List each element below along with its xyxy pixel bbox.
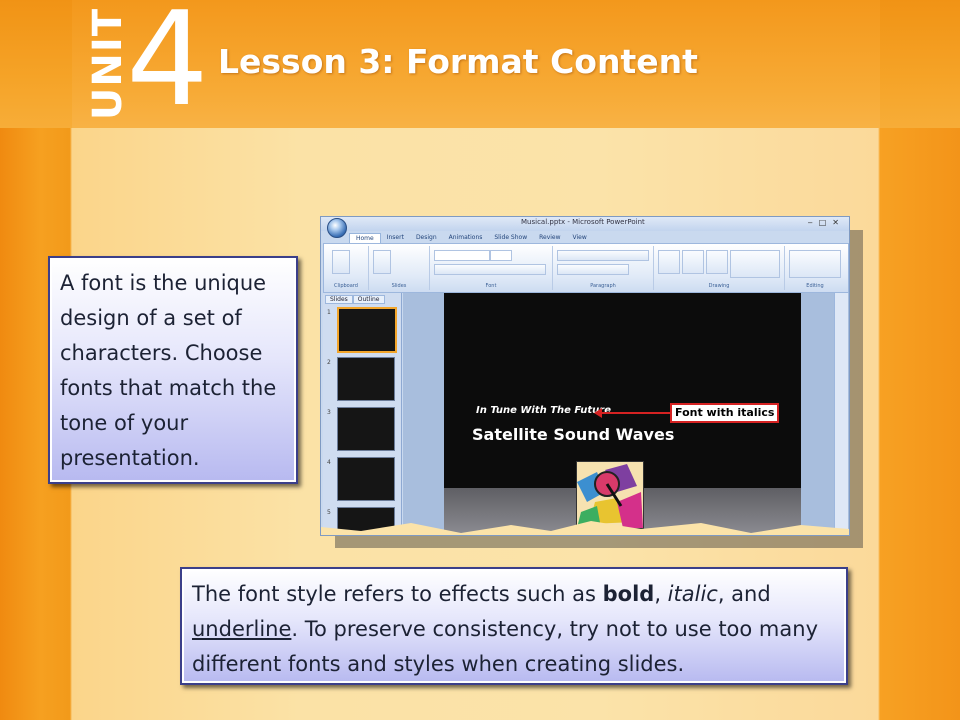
ribbon: Clipboard Slides Font Paragraph Drawing … (323, 243, 849, 293)
office-button-icon (327, 218, 347, 238)
shapes-icon (658, 250, 680, 274)
ribbon-tab-slide-show: Slide Show (494, 234, 528, 241)
ribbon-group-label: Clipboard (334, 283, 358, 289)
thumb-number: 4 (327, 459, 331, 466)
pane-tabs: Slides Outline (325, 295, 385, 304)
pane-tab-outline: Outline (352, 295, 385, 304)
ribbon-tab-animations: Animations (448, 234, 483, 241)
underline-example: underline (192, 617, 292, 641)
thumb-number: 3 (327, 409, 331, 416)
ribbon-group-drawing: Drawing (654, 246, 785, 290)
ribbon-tab-insert: Insert (386, 234, 404, 241)
ribbon-group-label: Font (485, 283, 497, 289)
slide-thumbnail (337, 457, 395, 501)
thumb-number: 1 (327, 309, 331, 316)
font-size-box (490, 250, 512, 261)
ribbon-group-clipboard: Clipboard (324, 246, 369, 290)
ribbon-group-label: Editing (806, 283, 824, 289)
window-controls-icon: ‒□✕ (807, 218, 845, 227)
ribbon-group-slides: Slides (369, 246, 430, 290)
font-definition-callout: A font is the unique design of a set of … (48, 256, 298, 484)
annotation-arrow (600, 412, 670, 414)
slide-thumbnail (337, 357, 395, 401)
ribbon-group-label: Slides (391, 283, 407, 289)
new-slide-icon (373, 250, 391, 274)
ribbon-group-editing: Editing (785, 246, 845, 290)
torn-edge (321, 521, 849, 535)
bold-example: bold (602, 582, 655, 606)
ribbon-tab-home: Home (349, 233, 381, 243)
slides-pane: Slides Outline 1 2 3 4 5 (323, 293, 402, 535)
font-style-callout: The font style refers to effects such as… (180, 567, 848, 685)
thumb-number: 2 (327, 359, 331, 366)
callout-text: , (654, 582, 668, 606)
slide-thumbnail (337, 307, 397, 353)
ribbon-tab-design: Design (415, 234, 437, 241)
callout-text: , and (717, 582, 771, 606)
ribbon-group-label: Drawing (708, 283, 730, 289)
ribbon-tab-view: View (572, 234, 587, 241)
font-style-buttons (434, 264, 546, 275)
ribbon-tab-review: Review (539, 234, 561, 241)
vertical-scrollbar (834, 293, 848, 535)
lesson-title: Lesson 3: Format Content (218, 42, 698, 81)
font-name-box (434, 250, 490, 261)
ribbon-group-paragraph: Paragraph (553, 246, 654, 290)
slide-thumbnail (337, 407, 395, 451)
align-buttons (557, 264, 629, 275)
list-buttons (557, 250, 649, 261)
annotation-label: Font with italics (670, 403, 780, 423)
ribbon-tabs: Home Insert Design Animations Slide Show… (349, 233, 593, 243)
slide-title: Satellite Sound Waves (472, 425, 675, 444)
current-slide: In Tune With The Future Satellite Sound … (444, 293, 801, 535)
ribbon-group-label: Paragraph (590, 283, 616, 289)
window-title: Musical.pptx - Microsoft PowerPoint (521, 218, 645, 226)
window-titlebar: Musical.pptx - Microsoft PowerPoint ‒□✕ (321, 217, 849, 231)
callout-text: The font style refers to effects such as (192, 582, 603, 606)
slide-editing-area: In Tune With The Future Satellite Sound … (403, 293, 849, 535)
slide-subtitle: In Tune With The Future (476, 405, 612, 416)
pane-tab-slides: Slides (325, 295, 353, 304)
unit-label: UNIT (85, 8, 131, 120)
unit-word: UNIT (85, 7, 131, 121)
quick-styles-icon (706, 250, 728, 274)
paste-icon (332, 250, 350, 274)
powerpoint-screenshot: Musical.pptx - Microsoft PowerPoint ‒□✕ … (320, 216, 850, 536)
italic-example: italic (667, 582, 718, 606)
ribbon-group-font: Font (430, 246, 553, 290)
arrange-icon (682, 250, 704, 274)
shape-format-buttons (730, 250, 780, 278)
unit-number: 4 (126, 0, 209, 135)
editing-buttons (789, 250, 841, 278)
